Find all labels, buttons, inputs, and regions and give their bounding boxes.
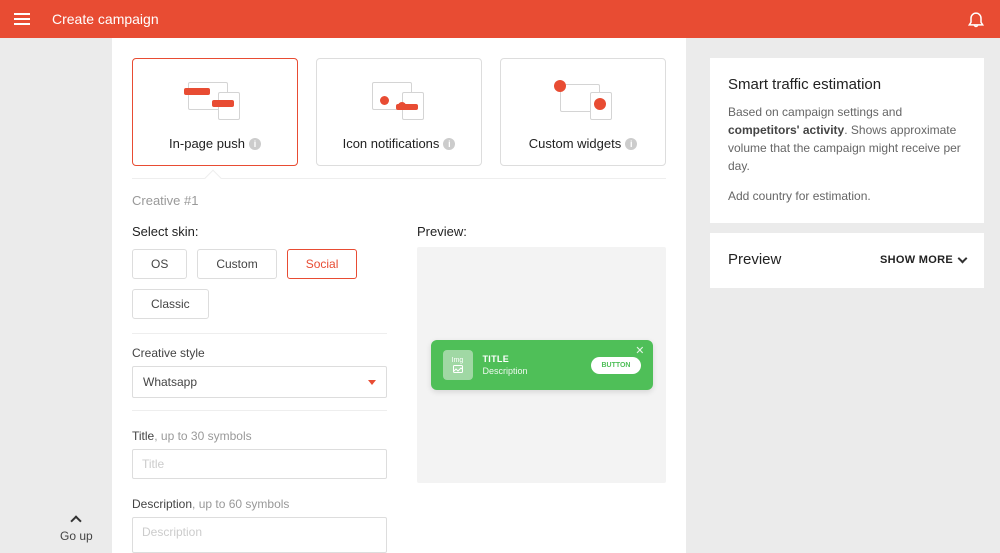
creative-style-select[interactable]: Whatsapp	[132, 366, 387, 398]
bell-icon[interactable]	[966, 9, 986, 29]
app-header: Create campaign	[0, 0, 1000, 38]
preview-panel-title: Preview	[728, 251, 781, 268]
format-custom-widgets[interactable]: Custom widgets i	[500, 58, 666, 166]
title-input[interactable]	[132, 449, 387, 479]
notif-button[interactable]: BUTTON	[591, 357, 640, 374]
creative-style-label: Creative style	[132, 346, 387, 360]
skin-classic[interactable]: Classic	[132, 289, 209, 319]
format-label: Icon notifications	[343, 136, 440, 151]
notif-image-placeholder: Img	[443, 350, 473, 380]
info-icon[interactable]: i	[249, 138, 261, 150]
traffic-sub: Add country for estimation.	[728, 189, 966, 203]
menu-icon[interactable]	[14, 7, 38, 31]
info-icon[interactable]: i	[443, 138, 455, 150]
chevron-up-icon	[71, 515, 82, 526]
notification-preview: ✕ Img TITLE Description BUTTON	[431, 340, 653, 390]
format-label: In-page push	[169, 136, 245, 151]
page-title: Create campaign	[52, 11, 159, 27]
format-icon-notifications[interactable]: Icon notificationsi	[316, 58, 482, 166]
custom-widgets-icon	[550, 75, 616, 124]
notif-title: TITLE	[483, 354, 582, 364]
format-inpage-push[interactable]: In-page push i	[132, 58, 298, 166]
skin-social[interactable]: Social	[287, 249, 358, 279]
go-up-button[interactable]: Go up	[60, 517, 93, 543]
creative-heading: Creative #1	[132, 193, 666, 208]
preview-canvas: ✕ Img TITLE Description BUTTON	[417, 247, 666, 483]
traffic-title: Smart traffic estimation	[728, 76, 966, 93]
traffic-text: Based on campaign settings and competito…	[728, 103, 966, 175]
traffic-panel: Smart traffic estimation Based on campai…	[710, 58, 984, 223]
main-panel: In-page pushi Icon notificationsi	[112, 38, 686, 553]
skin-custom[interactable]: Custom	[197, 249, 276, 279]
format-label: Custom widgets	[529, 136, 621, 151]
preview-panel: Preview SHOW MORE	[710, 233, 984, 288]
title-label: Title, up to 30 symbols	[132, 429, 387, 443]
notif-description: Description	[483, 366, 582, 376]
skin-buttons: OS Custom Social Classic	[132, 249, 387, 319]
info-icon[interactable]: i	[625, 138, 637, 150]
sidebar: Smart traffic estimation Based on campai…	[710, 58, 984, 553]
close-icon[interactable]: ✕	[635, 344, 644, 357]
description-label: Description, up to 60 symbols	[132, 497, 387, 511]
chevron-down-icon	[368, 380, 376, 385]
inpage-push-icon	[182, 75, 248, 124]
skin-os[interactable]: OS	[132, 249, 187, 279]
show-more-button[interactable]: SHOW MORE	[880, 254, 966, 266]
description-input[interactable]	[132, 517, 387, 553]
divider	[132, 178, 666, 179]
icon-notifications-icon	[366, 75, 432, 124]
chevron-down-icon	[958, 253, 968, 263]
format-selector: In-page pushi Icon notificationsi	[132, 58, 666, 166]
preview-label: Preview:	[417, 224, 666, 239]
select-skin-label: Select skin:	[132, 224, 387, 239]
creative-style-value: Whatsapp	[143, 375, 197, 389]
